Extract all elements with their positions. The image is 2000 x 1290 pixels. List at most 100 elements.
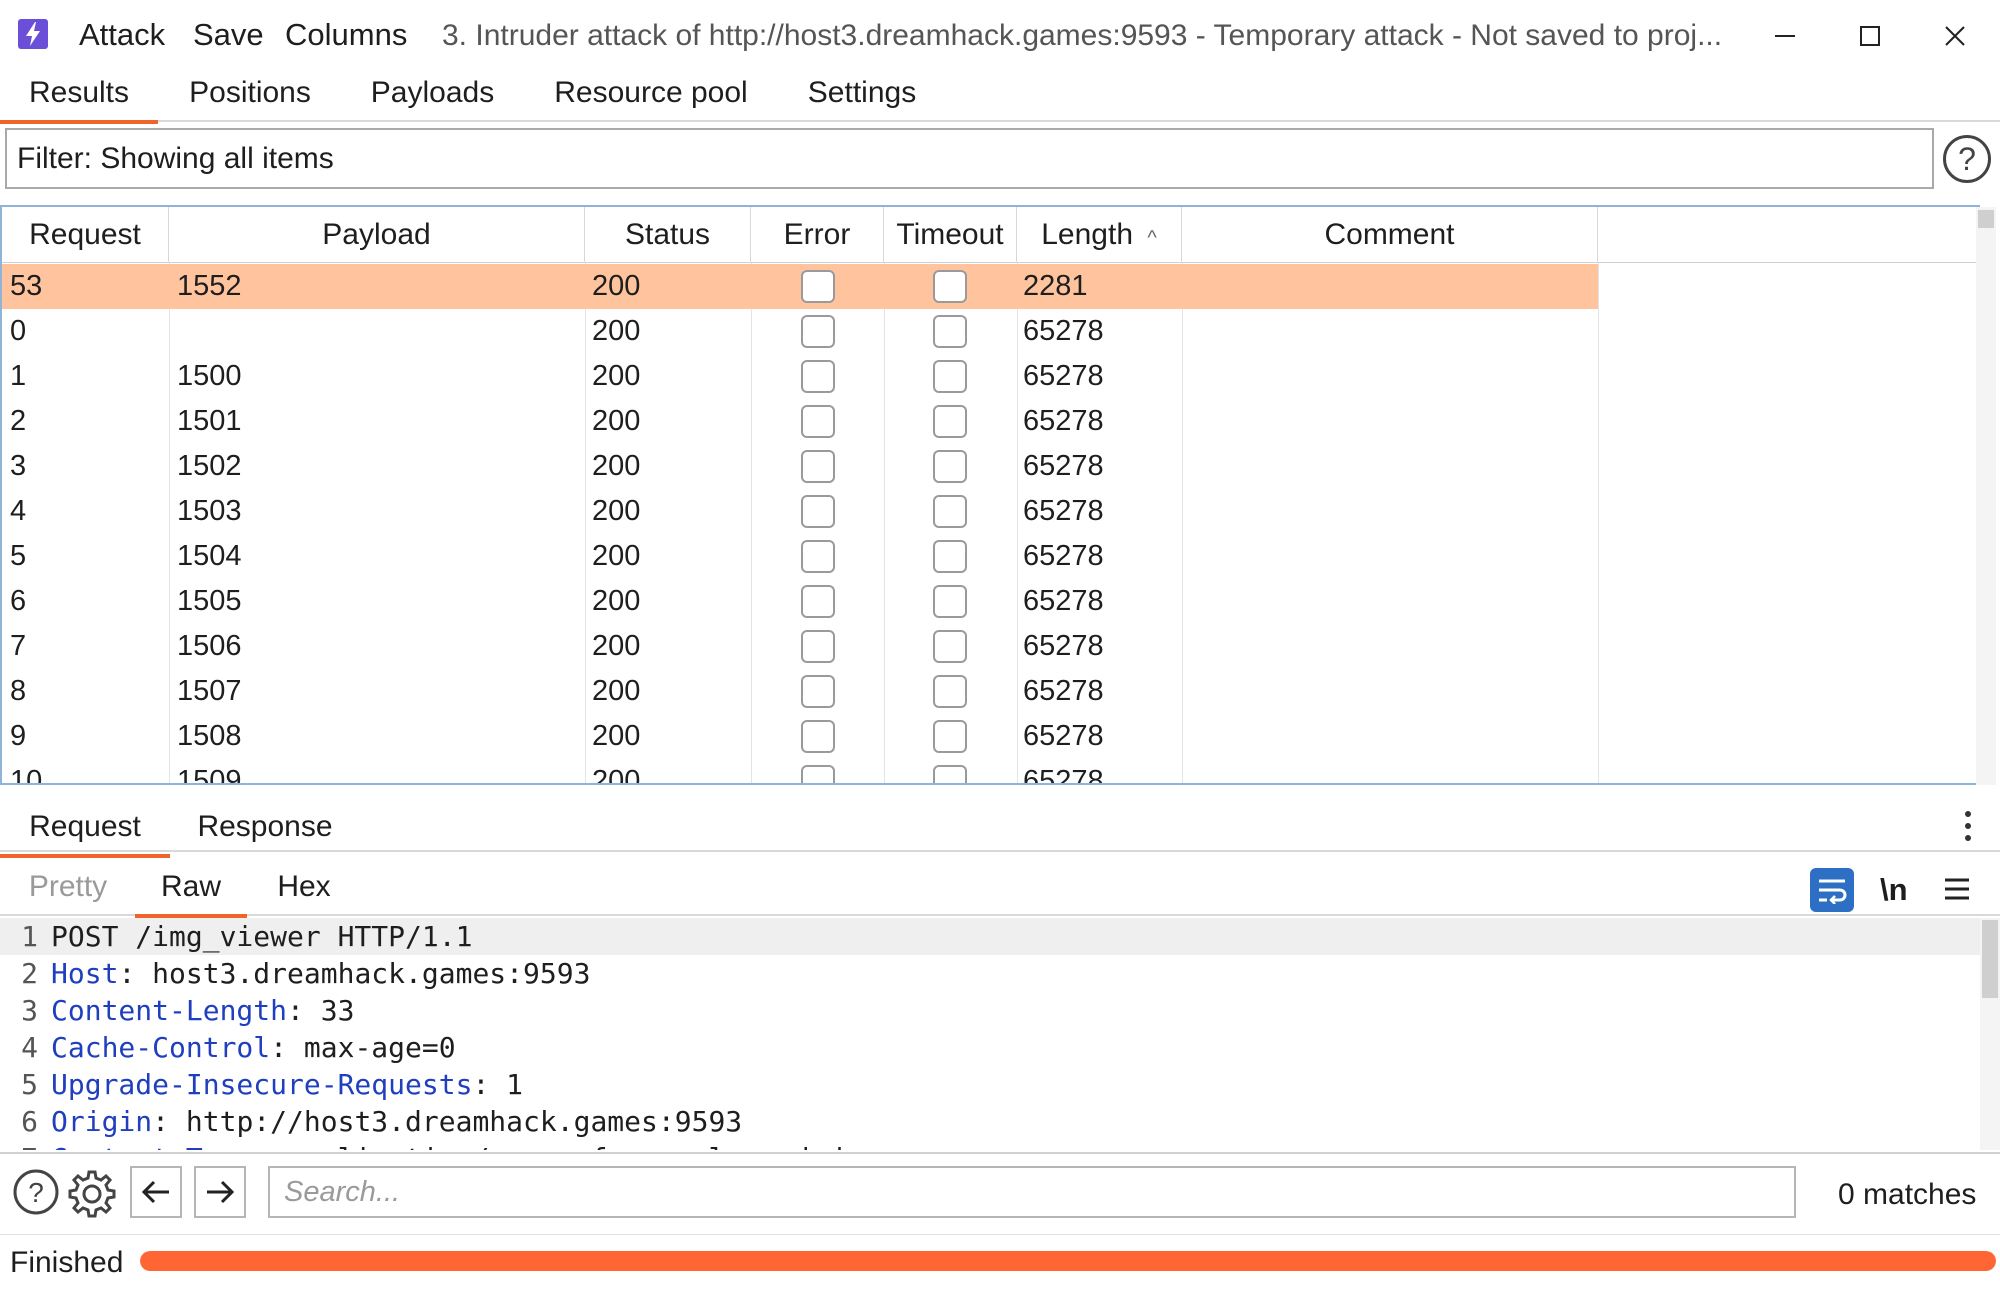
next-match-button[interactable] [194, 1166, 246, 1218]
editor-line[interactable]: 2 Host: host3.dreamhack.games:9593 [0, 955, 1980, 992]
header-value: : max-age=0 [270, 1031, 456, 1064]
results-table: Request Payload Status Error Timeout Len… [0, 205, 1980, 785]
tab-response[interactable]: Response [190, 806, 340, 856]
timeout-checkbox [933, 495, 967, 528]
col-length[interactable]: Length ^ [1017, 207, 1182, 263]
settings-button[interactable] [66, 1168, 118, 1220]
table-scrollbar-thumb[interactable] [1978, 210, 1994, 228]
minimize-button[interactable] [1763, 14, 1807, 58]
hamburger-menu-icon[interactable] [1944, 876, 1970, 902]
line-number: 2 [21, 957, 38, 990]
line-code: Host: host3.dreamhack.games:9593 [51, 955, 590, 992]
table-row[interactable]: 2 1501 200 65278 [2, 399, 1598, 444]
table-row[interactable]: 4 1503 200 65278 [2, 489, 1598, 534]
editor-line[interactable]: 1 POST /img_viewer HTTP/1.1 [0, 918, 1980, 955]
timeout-checkbox [933, 765, 967, 783]
tab-hex[interactable]: Hex [258, 866, 350, 916]
show-newlines-button[interactable]: \n [1880, 868, 1908, 912]
cell-length: 65278 [1023, 405, 1104, 437]
svg-text:?: ? [28, 1177, 44, 1208]
line-code: Cache-Control: max-age=0 [51, 1029, 456, 1066]
tab-results[interactable]: Results [0, 72, 158, 124]
table-row[interactable]: 1 1500 200 65278 [2, 354, 1598, 399]
tab-resource-pool[interactable]: Resource pool [542, 72, 760, 122]
col-timeout[interactable]: Timeout [884, 207, 1017, 263]
previous-match-button[interactable] [130, 1166, 182, 1218]
col-comment[interactable]: Comment [1182, 207, 1598, 263]
word-wrap-toggle[interactable] [1810, 868, 1854, 912]
tab-raw[interactable]: Raw [135, 866, 247, 918]
cell-status: 200 [592, 540, 641, 572]
format-tabs: Pretty Raw Hex \n [0, 866, 2000, 918]
table-row[interactable]: 3 1502 200 65278 [2, 444, 1598, 489]
editor-line[interactable]: 5 Upgrade-Insecure-Requests: 1 [0, 1066, 1980, 1103]
close-button[interactable] [1933, 14, 1977, 58]
editor-line[interactable]: 7 Content-Type: application/x-www-form-ur… [0, 1140, 1980, 1150]
tab-payloads[interactable]: Payloads [360, 72, 505, 122]
cell-request: 1 [10, 360, 27, 392]
filter-text: Filter: Showing all items [17, 142, 334, 175]
tab-settings[interactable]: Settings [800, 72, 924, 122]
table-row[interactable]: 7 1506 200 65278 [2, 624, 1598, 669]
request-editor[interactable]: 1 POST /img_viewer HTTP/1.1 2 Host: host3.d… [0, 918, 1980, 1150]
error-checkbox [801, 630, 835, 663]
col-request[interactable]: Request [2, 207, 169, 263]
menu-attack[interactable]: Attack [79, 17, 165, 53]
table-row[interactable]: 53 1552 200 2281 [2, 264, 1598, 309]
col-payload[interactable]: Payload [169, 207, 585, 263]
tab-pretty[interactable]: Pretty [14, 866, 122, 916]
help-button[interactable]: ? [12, 1168, 60, 1216]
cell-payload: 1504 [177, 540, 242, 572]
header-value: : 33 [287, 994, 355, 1027]
filter-bar[interactable]: Filter: Showing all items [5, 128, 1934, 189]
cell-request: 9 [10, 720, 27, 752]
header-name: Cache-Control [51, 1031, 271, 1064]
search-box [268, 1166, 1796, 1218]
tab-positions[interactable]: Positions [180, 72, 320, 122]
editor-line[interactable]: 3 Content-Length: 33 [0, 992, 1980, 1029]
help-icon[interactable]: ? [1943, 135, 1991, 183]
line-code: Content-Type: application/x-www-form-url… [51, 1140, 843, 1150]
timeout-checkbox [933, 540, 967, 573]
cell-length: 2281 [1023, 270, 1088, 302]
header-name: Upgrade-Insecure-Requests [51, 1068, 473, 1101]
table-row[interactable]: 6 1505 200 65278 [2, 579, 1598, 624]
maximize-button[interactable] [1848, 14, 1892, 58]
cell-payload: 1500 [177, 360, 242, 392]
header-name: Host [51, 957, 119, 990]
cell-payload: 1507 [177, 675, 242, 707]
table-row[interactable]: 5 1504 200 65278 [2, 534, 1598, 579]
col-status[interactable]: Status [585, 207, 751, 263]
menu-save[interactable]: Save [193, 17, 264, 53]
status-text: Finished [10, 1246, 124, 1279]
editor-line[interactable]: 4 Cache-Control: max-age=0 [0, 1029, 1980, 1066]
cell-length: 65278 [1023, 585, 1104, 617]
cell-status: 200 [592, 270, 641, 302]
search-input[interactable] [270, 1168, 1794, 1216]
table-scrollbar[interactable] [1976, 207, 1996, 785]
line-number: 5 [21, 1068, 38, 1101]
table-row[interactable]: 0 200 65278 [2, 309, 1598, 354]
minimize-icon [1775, 35, 1795, 37]
cell-payload: 1501 [177, 405, 242, 437]
table-row[interactable]: 9 1508 200 65278 [2, 714, 1598, 759]
cell-length: 65278 [1023, 765, 1104, 785]
cell-length: 65278 [1023, 495, 1104, 527]
col-error[interactable]: Error [751, 207, 884, 263]
table-body: 53 1552 200 2281 0 200 65278 1 1500 200 65278 2 1501… [2, 264, 1598, 785]
more-options-icon[interactable] [1962, 808, 1974, 844]
cell-request: 8 [10, 675, 27, 707]
table-row[interactable]: 10 1509 200 65278 [2, 759, 1598, 785]
cell-length: 65278 [1023, 630, 1104, 662]
cell-status: 200 [592, 765, 641, 785]
editor-line[interactable]: 6 Origin: http://host3.dreamhack.games:95… [0, 1103, 1980, 1140]
match-count: 0 matches [1838, 1178, 1977, 1211]
tab-request[interactable]: Request [0, 806, 170, 858]
wrap-icon [1819, 879, 1847, 904]
editor-scrollbar-thumb[interactable] [1982, 920, 1998, 998]
sort-ascending-icon: ^ [1147, 227, 1157, 249]
table-row[interactable]: 8 1507 200 65278 [2, 669, 1598, 714]
menu-columns[interactable]: Columns [285, 17, 407, 53]
cell-payload: 1508 [177, 720, 242, 752]
line-code: Origin: http://host3.dreamhack.games:959… [51, 1103, 742, 1140]
